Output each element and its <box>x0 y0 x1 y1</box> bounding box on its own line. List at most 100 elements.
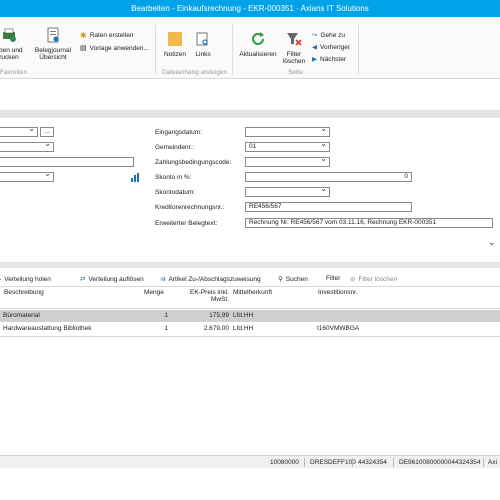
filter-label: Filter <box>326 275 341 282</box>
artikel-zuschlag-label: Artikel Zu-/Abschlagszuweisung <box>168 275 261 283</box>
row-divider <box>0 336 500 337</box>
kreditorenrechnungsnr-label: Kreditorenrechnungsnr.: <box>155 204 225 211</box>
eingangsdatum-label: Eingangsdatum: <box>155 129 202 136</box>
window-title: Bearbeiten - Einkaufsrechnung - EKR-0003… <box>0 0 500 17</box>
col-header-mittelherkunft[interactable]: Mittelherkunft <box>233 289 272 296</box>
lines-section-bar <box>0 262 500 268</box>
clear-filter-icon <box>287 33 302 46</box>
table-row[interactable]: Büromaterial 1 175,99 Lfd.HH <box>0 310 500 322</box>
status-bar: 10080000 DRESDEFF100 44324354 DE96100800… <box>0 455 500 468</box>
artikel-zuschlag-button[interactable]: ⇉ Artikel Zu-/Abschlagszuweisung <box>160 275 261 284</box>
col-header-menge[interactable]: Menge <box>144 289 164 296</box>
status-separator <box>393 458 394 467</box>
status-konto: 44324354 <box>358 459 387 466</box>
zahlungsbedingung-label: Zahlungsbedingungscode: <box>155 159 232 166</box>
suchen-button[interactable]: ⚲ Suchen <box>278 275 308 284</box>
section-header-bar <box>0 110 500 118</box>
raten-erstellen-button[interactable]: ✱ Raten erstellen <box>80 31 133 40</box>
vorheriger-button[interactable]: ◀ Vorheriger <box>312 43 350 52</box>
vorheriger-label: Vorheriger <box>320 43 350 51</box>
journal-icon <box>47 27 59 43</box>
status-bic: DRESDEFF100 <box>310 459 356 466</box>
status-company: Axi <box>488 459 498 466</box>
group-favoriten: Favoriten <box>0 69 28 76</box>
raten-label: Raten erstellen <box>89 32 134 39</box>
filter-button[interactable]: Filter <box>326 275 340 282</box>
suchen-label: Suchen <box>285 275 308 283</box>
vorlage-anwenden-button[interactable]: ▤ Vorlage anwenden... <box>80 44 149 53</box>
aktualisieren-button[interactable]: Aktualisieren <box>236 31 280 58</box>
ribbon-separator <box>232 25 233 75</box>
skontodatum-field[interactable] <box>245 187 330 197</box>
cell-ek-preis: 175,99 <box>209 312 229 319</box>
link-icon <box>196 32 208 46</box>
binoculars-icon: ⚲ <box>278 276 283 283</box>
left-dropdown-1[interactable] <box>0 127 38 137</box>
post-print-icon <box>3 28 16 42</box>
post-print-label: eben und rucken <box>0 47 23 61</box>
cell-beschreibung: Büromaterial <box>3 312 40 319</box>
eingangsdatum-field[interactable] <box>245 127 330 137</box>
previous-icon: ◀ <box>312 44 317 51</box>
cell-mittelherkunft: Lfd.HH <box>233 312 254 319</box>
header-divider <box>0 308 500 309</box>
resolve-distribution-icon: ⇄ <box>80 276 86 283</box>
get-distribution-icon: ▸ <box>0 275 1 283</box>
naechster-button[interactable]: ▶ Nächster <box>312 55 347 64</box>
vorlage-label: Vorlage anwenden... <box>89 44 149 52</box>
col-header-investitionsnr[interactable]: Investitionsnr. <box>318 289 358 296</box>
status-separator <box>483 458 484 467</box>
verteilung-holen-button[interactable]: ▸ Verteilung holen <box>0 275 51 284</box>
note-icon <box>168 32 182 46</box>
left-dropdown-3[interactable] <box>0 172 54 182</box>
group-seite: Seite <box>288 69 303 76</box>
item-charge-icon: ⇉ <box>160 276 166 283</box>
status-iban: DE96100800000044324354 <box>399 459 481 466</box>
lines-toolbar: ▸ Verteilung holen ⇄ Verteilung auflösen… <box>0 272 500 286</box>
cell-menge: 1 <box>164 312 168 319</box>
kreditorenrechnungsnr-field[interactable]: RE456/567 <box>245 202 412 212</box>
status-separator <box>352 458 353 467</box>
left-text-field[interactable] <box>0 157 134 167</box>
links-label: Links <box>195 51 211 58</box>
belegjournal-label: Belegjournal Übersicht <box>34 47 72 61</box>
gemeindenr-label: Gemeindenr.: <box>155 144 195 151</box>
filter-loeschen-lines-label: Filter löschen <box>358 275 398 283</box>
cell-investitionsnr: I160VMWBGA <box>317 325 360 332</box>
expand-chevron-icon[interactable]: ⌄ <box>488 237 496 248</box>
goto-icon: ↪ <box>312 32 318 39</box>
verteilung-aufloesen-button[interactable]: ⇄ Verteilung auflösen <box>80 275 144 284</box>
naechster-label: Nächster <box>320 55 347 63</box>
notizen-button[interactable]: Notizen <box>160 31 190 58</box>
filter-loeschen-ribbon-button[interactable]: Filter löschen <box>280 31 308 65</box>
links-button[interactable]: Links <box>190 31 216 58</box>
post-and-print-button[interactable]: eben und rucken <box>0 27 24 61</box>
col-header-beschreibung[interactable]: Beschreibung <box>4 289 44 296</box>
status-separator <box>304 458 305 467</box>
filter-loeschen-button[interactable]: ⊘ Filter löschen <box>350 275 398 284</box>
ribbon: eben und rucken Belegjournal Übersicht ✱… <box>0 17 500 79</box>
belegjournal-button[interactable]: Belegjournal Übersicht <box>32 27 74 61</box>
left-dropdown-2[interactable] <box>0 142 54 152</box>
lookup-button[interactable]: ... <box>40 127 54 137</box>
gehe-zu-button[interactable]: ↪ Gehe zu <box>312 31 346 40</box>
skonto-label: Skonto in %: <box>155 174 192 181</box>
ribbon-separator <box>155 25 156 75</box>
table-row[interactable]: Hardwareaustattung Bibliothek 1 2.679,00… <box>0 323 500 335</box>
next-icon: ▶ <box>312 56 317 63</box>
gemeindenr-field[interactable]: 01 <box>245 142 330 152</box>
skonto-field[interactable]: 0 <box>245 172 412 182</box>
col-header-ek-preis[interactable]: EK-Preis inkl. MwSt. <box>184 289 229 303</box>
gehe-zu-label: Gehe zu <box>320 31 346 39</box>
refresh-icon <box>252 32 264 45</box>
notizen-label: Notizen <box>163 51 187 58</box>
cell-mittelherkunft: Lfd.HH <box>233 325 254 332</box>
toolbar-divider <box>0 286 500 287</box>
cell-beschreibung: Hardwareaustattung Bibliothek <box>3 325 92 332</box>
cell-ek-preis: 2.679,00 <box>203 325 229 332</box>
status-blz: 10080000 <box>270 459 299 466</box>
zahlungsbedingung-field[interactable] <box>245 157 330 167</box>
verteilung-aufloesen-label: Verteilung auflösen <box>88 275 144 283</box>
erweiterter-belegtext-field[interactable]: Rechnung Nr. RE456/567 vom 03.11.16, Rec… <box>245 218 493 228</box>
chart-icon[interactable] <box>131 173 140 182</box>
